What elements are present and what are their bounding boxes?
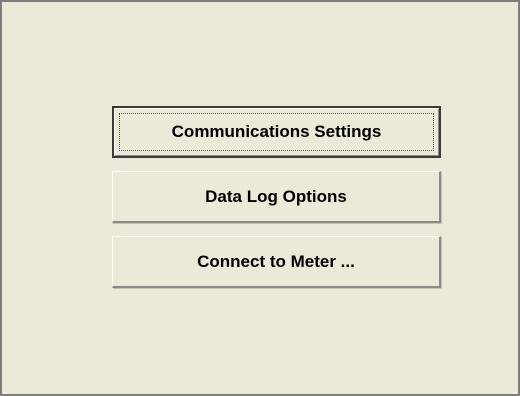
main-window: Communications Settings Data Log Options… xyxy=(0,0,520,396)
connect-to-meter-button[interactable]: Connect to Meter ... xyxy=(112,236,441,288)
connect-to-meter-label: Connect to Meter ... xyxy=(197,251,355,271)
communications-settings-label: Communications Settings xyxy=(171,122,382,141)
data-log-options-label: Data Log Options xyxy=(205,186,347,206)
communications-settings-button[interactable]: Communications Settings xyxy=(112,106,441,158)
data-log-options-button[interactable]: Data Log Options xyxy=(112,171,441,223)
